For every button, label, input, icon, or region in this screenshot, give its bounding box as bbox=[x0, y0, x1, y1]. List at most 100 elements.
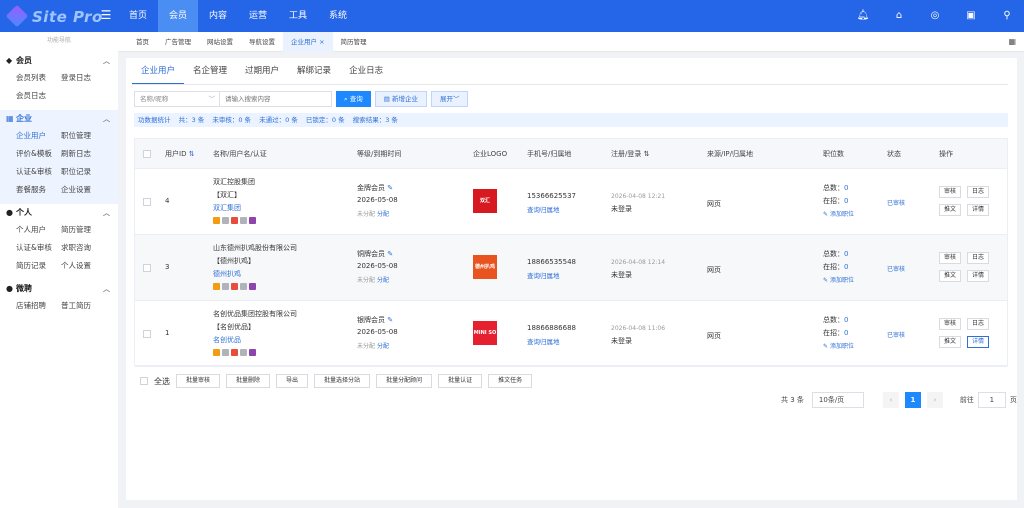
bulk-delete-button[interactable]: 批量删除 bbox=[226, 374, 271, 388]
bell-icon[interactable]: 🔔︎ bbox=[856, 9, 870, 23]
subtab-enterprise-users[interactable]: 企业用户 bbox=[132, 58, 185, 84]
sidebar-group-title[interactable]: ● 微聘 ︿ bbox=[0, 280, 118, 298]
sidebar-item-resume-record[interactable]: 简历记录 bbox=[16, 258, 61, 274]
add-job-link[interactable]: ✎ 添加职位 bbox=[823, 209, 854, 218]
select-all-checkbox[interactable] bbox=[140, 377, 148, 385]
cert-badge-icon[interactable] bbox=[249, 283, 256, 290]
cert-badge-icon[interactable] bbox=[231, 349, 238, 356]
topnav-member[interactable]: 会员 bbox=[158, 0, 198, 32]
topnav-operation[interactable]: 运营 bbox=[238, 0, 278, 32]
sort-id[interactable]: 用户ID ⇅ bbox=[165, 139, 195, 169]
tweet-button[interactable]: 推文 bbox=[939, 336, 961, 348]
sidebar-item-review-template[interactable]: 评价&模板 bbox=[16, 146, 61, 162]
assign-link[interactable]: 分配 bbox=[377, 343, 389, 350]
tweet-button[interactable]: 推文 bbox=[939, 270, 961, 282]
detail-button[interactable]: 详情 bbox=[967, 336, 989, 348]
log-button[interactable]: 日志 bbox=[967, 186, 989, 198]
edit-icon[interactable]: ✎ bbox=[387, 250, 393, 258]
bulk-substation-button[interactable]: 批量选择分站 bbox=[314, 374, 371, 388]
assign-link[interactable]: 分配 bbox=[377, 277, 389, 284]
chevron-up-icon[interactable]: ︿ bbox=[103, 280, 110, 298]
cert-badge-icon[interactable] bbox=[213, 217, 220, 224]
cert-badge-icon[interactable] bbox=[249, 217, 256, 224]
sidebar-item-personal-users[interactable]: 个人用户 bbox=[16, 222, 61, 238]
cert-badge-icon[interactable] bbox=[231, 283, 238, 290]
tab-home[interactable]: 首页 bbox=[128, 32, 157, 52]
header-checkbox[interactable] bbox=[143, 150, 151, 158]
grid-menu-icon[interactable]: ▦ bbox=[1008, 37, 1016, 46]
edit-icon[interactable]: ✎ bbox=[387, 316, 393, 324]
tab-site-settings[interactable]: 网站设置 bbox=[199, 32, 241, 52]
search-input[interactable] bbox=[220, 91, 332, 107]
cert-badge-icon[interactable] bbox=[222, 217, 229, 224]
sidebar-item-member-log[interactable]: 会员日志 bbox=[16, 88, 61, 104]
job-hiring[interactable]: 0 bbox=[844, 263, 848, 271]
cert-badge-icon[interactable] bbox=[240, 349, 247, 356]
sidebar-item-job-record[interactable]: 职位记录 bbox=[61, 164, 111, 180]
briefcase-icon[interactable]: ▣ bbox=[964, 9, 978, 23]
chevron-up-icon[interactable]: ︿ bbox=[103, 204, 110, 222]
company-username[interactable]: 双汇集团 bbox=[213, 203, 241, 213]
search-field-select[interactable]: 名称/昵称 ﹀ bbox=[134, 91, 220, 107]
sidebar-item-refresh-log[interactable]: 刷新日志 bbox=[61, 146, 111, 162]
cert-badge-icon[interactable] bbox=[249, 349, 256, 356]
phone-lookup-link[interactable]: 查询归属地 bbox=[527, 270, 560, 280]
sidebar-item-shop-recruit[interactable]: 店铺招聘 bbox=[16, 298, 61, 314]
row-checkbox[interactable] bbox=[143, 264, 151, 272]
next-page-button[interactable]: › bbox=[926, 392, 943, 408]
cert-badge-icon[interactable] bbox=[222, 283, 229, 290]
add-enterprise-button[interactable]: ▤ 新增企业 bbox=[374, 91, 427, 107]
topnav-system[interactable]: 系统 bbox=[318, 0, 358, 32]
tweet-task-button[interactable]: 推文任务 bbox=[488, 374, 533, 388]
sidebar-group-title[interactable]: ● 个人 ︿ bbox=[0, 204, 118, 222]
cert-badge-icon[interactable] bbox=[240, 217, 247, 224]
bulk-assign-button[interactable]: 批量分配顾问 bbox=[376, 374, 433, 388]
job-total[interactable]: 0 bbox=[844, 316, 848, 324]
job-hiring[interactable]: 0 bbox=[844, 197, 848, 205]
export-button[interactable]: 导出 bbox=[276, 374, 309, 388]
tab-enterprise-users[interactable]: 企业用户 × bbox=[283, 32, 333, 52]
job-hiring[interactable]: 0 bbox=[844, 329, 848, 337]
sidebar-item-login-log[interactable]: 登录日志 bbox=[61, 70, 111, 86]
query-button[interactable]: ⌕ 查询 bbox=[336, 91, 371, 107]
sidebar-item-package[interactable]: 套餐服务 bbox=[16, 182, 61, 198]
review-button[interactable]: 审核 bbox=[939, 186, 961, 198]
subtab-famous[interactable]: 名企管理 bbox=[184, 58, 236, 84]
chevron-up-icon[interactable]: ︿ bbox=[103, 110, 110, 128]
tweet-button[interactable]: 推文 bbox=[939, 204, 961, 216]
review-button[interactable]: 审核 bbox=[939, 318, 961, 330]
subtab-unbind[interactable]: 解绑记录 bbox=[288, 58, 340, 84]
subtab-enterprise-log[interactable]: 企业日志 bbox=[340, 58, 392, 84]
add-job-link[interactable]: ✎ 添加职位 bbox=[823, 341, 854, 350]
prev-page-button[interactable]: ‹ bbox=[882, 392, 899, 408]
assign-link[interactable]: 分配 bbox=[377, 211, 389, 218]
sidebar-item-worker-resume[interactable]: 普工简历 bbox=[61, 298, 111, 314]
cert-badge-icon[interactable] bbox=[231, 217, 238, 224]
tab-ads[interactable]: 广告管理 bbox=[157, 32, 199, 52]
close-icon[interactable]: × bbox=[319, 38, 324, 46]
row-checkbox[interactable] bbox=[143, 198, 151, 206]
phone-lookup-link[interactable]: 查询归属地 bbox=[527, 204, 560, 214]
sidebar-item-personal-certify[interactable]: 认证&审核 bbox=[16, 240, 61, 256]
sidebar-item-job-consult[interactable]: 求职咨询 bbox=[61, 240, 111, 256]
sidebar-item-resume-manage[interactable]: 简历管理 bbox=[61, 222, 111, 238]
menu-toggle-icon[interactable]: ☰ bbox=[100, 9, 112, 21]
review-button[interactable]: 审核 bbox=[939, 252, 961, 264]
sidebar-item-enterprise-settings[interactable]: 企业设置 bbox=[61, 182, 111, 198]
job-total[interactable]: 0 bbox=[844, 184, 848, 192]
page-size-select[interactable]: 10条/页 bbox=[811, 392, 864, 408]
add-job-link[interactable]: ✎ 添加职位 bbox=[823, 275, 854, 284]
user-icon[interactable]: ⚲ bbox=[1000, 9, 1014, 23]
company-username[interactable]: 名创优品 bbox=[213, 335, 241, 345]
job-total[interactable]: 0 bbox=[844, 250, 848, 258]
sort-reg[interactable]: 注册/登录 ⇅ bbox=[611, 139, 649, 169]
log-button[interactable]: 日志 bbox=[967, 318, 989, 330]
sidebar-group-title[interactable]: ▦ 企业 ︿ bbox=[0, 110, 118, 128]
row-checkbox[interactable] bbox=[143, 330, 151, 338]
select-all-label[interactable]: 全选 bbox=[154, 376, 170, 387]
cert-badge-icon[interactable] bbox=[213, 283, 220, 290]
sidebar-group-title[interactable]: ◆ 会员 ︿ bbox=[0, 52, 118, 70]
phone-lookup-link[interactable]: 查询归属地 bbox=[527, 336, 560, 346]
sidebar-item-enterprise-users[interactable]: 企业用户 bbox=[16, 128, 61, 144]
tab-resume-manage[interactable]: 简历管理 bbox=[333, 32, 375, 52]
